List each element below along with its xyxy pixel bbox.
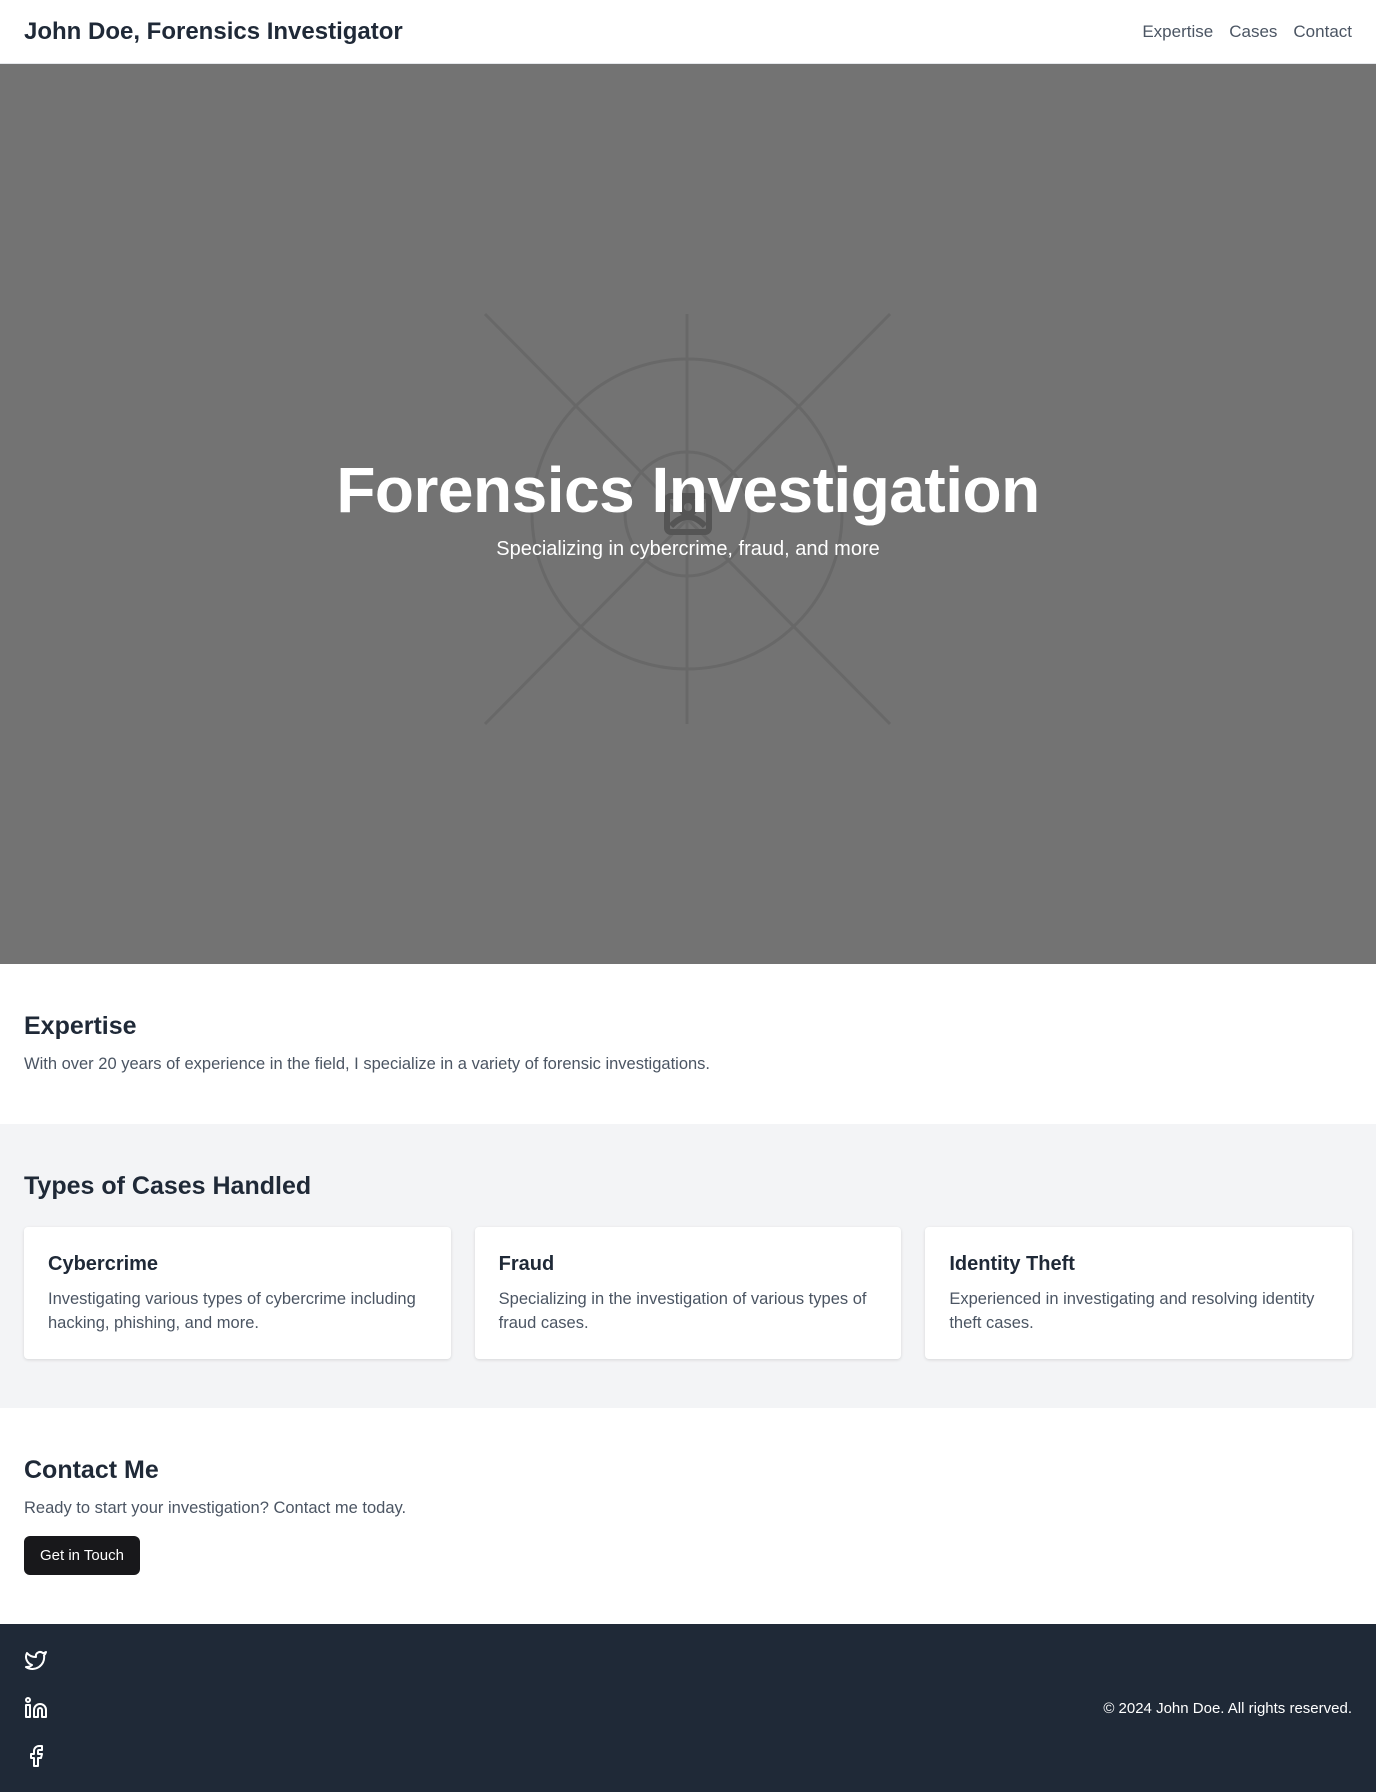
hero-content: Forensics Investigation Specializing in … [0,454,1376,561]
contact-section: Contact Me Ready to start your investiga… [0,1408,1376,1624]
case-card-cybercrime: Cybercrime Investigating various types o… [24,1227,451,1359]
expertise-heading: Expertise [24,1012,137,1040]
hero-section: Forensics Investigation Specializing in … [0,64,1376,964]
nav-link-contact[interactable]: Contact [1293,22,1352,42]
case-cards: Cybercrime Investigating various types o… [24,1227,1353,1359]
contact-heading: Contact Me [24,1456,159,1484]
cases-heading: Types of Cases Handled [24,1172,312,1200]
facebook-icon[interactable] [24,1744,48,1768]
case-card-text: Experienced in investigating and resolvi… [949,1290,1315,1332]
nav-link-expertise[interactable]: Expertise [1142,22,1213,42]
copyright-text: © 2024 John Doe. All rights reserved. [1103,1699,1352,1717]
expertise-text: With over 20 years of experience in the … [24,1055,711,1073]
contact-text: Ready to start your investigation? Conta… [24,1499,407,1517]
main-nav: Expertise Cases Contact [1142,22,1352,42]
cases-section: Types of Cases Handled Cybercrime Invest… [0,1124,1376,1408]
get-in-touch-button[interactable]: Get in Touch [24,1536,140,1575]
case-card-text: Specializing in the investigation of var… [498,1290,867,1332]
hero-subtitle: Specializing in cybercrime, fraud, and m… [496,537,880,560]
hero-title: Forensics Investigation [336,454,1040,526]
case-card-title: Fraud [498,1253,555,1275]
expertise-section: Expertise With over 20 years of experien… [0,964,1376,1124]
case-card-identity-theft: Identity Theft Experienced in investigat… [925,1227,1353,1359]
case-card-fraud: Fraud Specializing in the investigation … [474,1227,902,1359]
case-card-title: Cybercrime [48,1253,159,1275]
twitter-icon[interactable] [24,1648,48,1672]
social-links [24,1648,48,1768]
case-card-text: Investigating various types of cybercrim… [48,1290,416,1332]
site-header: John Doe, Forensics Investigator Experti… [0,0,1376,64]
linkedin-icon[interactable] [24,1696,48,1720]
nav-link-cases[interactable]: Cases [1229,22,1277,42]
site-brand[interactable]: John Doe, Forensics Investigator [24,18,403,46]
site-footer: © 2024 John Doe. All rights reserved. [0,1624,1376,1792]
case-card-title: Identity Theft [949,1253,1075,1275]
